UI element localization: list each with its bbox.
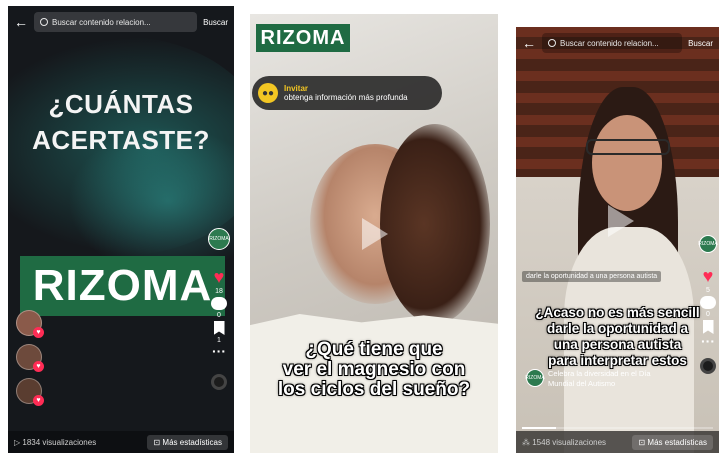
back-arrow-icon[interactable]: ← bbox=[522, 36, 536, 50]
views-label: ▷ 1834 visualizaciones bbox=[14, 437, 97, 447]
comment-count: 0 bbox=[706, 311, 710, 318]
play-icon[interactable] bbox=[608, 205, 634, 237]
brand-banner: RIZOMA bbox=[20, 256, 225, 316]
action-rail: RIZOMA ♥ 5 0 ··· bbox=[698, 235, 718, 374]
back-arrow-icon[interactable]: ← bbox=[14, 15, 28, 29]
person-face bbox=[592, 115, 662, 211]
top-bar: ← Buscar contenido relacion... Buscar bbox=[8, 6, 234, 38]
like-count: 5 bbox=[706, 287, 710, 294]
progress-fill bbox=[522, 427, 557, 429]
music-disc-icon[interactable] bbox=[700, 358, 716, 374]
search-icon bbox=[548, 39, 556, 47]
people-icon: ●● bbox=[258, 83, 278, 103]
views-count: 1834 visualizaciones bbox=[22, 437, 97, 447]
search-button[interactable]: Buscar bbox=[688, 39, 713, 48]
invite-subtitle: obtenga información más profunda bbox=[284, 93, 408, 102]
more-stats-button[interactable]: ⊡ Más estadísticas bbox=[632, 434, 713, 450]
like-icon[interactable]: ♥ bbox=[214, 268, 225, 286]
brand-logo: RIZOMA bbox=[256, 24, 350, 52]
views-count: 1548 visualizaciones bbox=[532, 437, 607, 447]
comment-avatar[interactable]: ♥ bbox=[16, 378, 44, 406]
more-icon[interactable]: ··· bbox=[212, 344, 226, 358]
comment-icon[interactable] bbox=[211, 297, 227, 310]
glasses bbox=[586, 139, 670, 155]
search-button[interactable]: Buscar bbox=[203, 18, 228, 27]
video-footer: ⁂ 1548 visualizaciones ⊡ Más estadística… bbox=[516, 431, 719, 453]
comment-avatar[interactable]: ♥ bbox=[16, 310, 44, 338]
video-panel-sleep[interactable]: RIZOMA ●● Invitar obtenga información má… bbox=[250, 14, 498, 453]
comment-count: 0 bbox=[217, 312, 221, 319]
invite-title: Invitar bbox=[284, 84, 309, 93]
search-input[interactable]: Buscar contenido relacion... bbox=[542, 33, 683, 53]
subtitle-line-2: darle la oportunidad a bbox=[546, 321, 689, 336]
video-panel-autism[interactable]: ← Buscar contenido relacion... Buscar da… bbox=[516, 27, 719, 453]
profile-avatar[interactable]: RIZOMA bbox=[698, 235, 718, 253]
top-bar: ← Buscar contenido relacion... Buscar bbox=[516, 27, 719, 59]
like-icon[interactable]: ♥ bbox=[703, 267, 714, 285]
video-panel-quiz[interactable]: ← Buscar contenido relacion... Buscar ¿C… bbox=[8, 6, 234, 453]
promo-caption[interactable]: RIZOMA Celebra la diversidad en el Día M… bbox=[525, 369, 651, 389]
more-icon[interactable]: ··· bbox=[701, 334, 715, 348]
action-rail: RIZOMA ♥ 18 0 1 ··· bbox=[208, 228, 230, 390]
subtitle-line-1: ¿Qué tiene que bbox=[305, 339, 443, 360]
heart-badge-icon: ♥ bbox=[33, 361, 44, 372]
promo-line-1: Celebra la diversidad en el Día bbox=[548, 369, 651, 378]
invite-banner[interactable]: ●● Invitar obtenga información más profu… bbox=[252, 76, 442, 110]
heart-badge-icon: ♥ bbox=[33, 327, 44, 338]
stats-label: Más estadísticas bbox=[162, 437, 222, 447]
search-placeholder: Buscar contenido relacion... bbox=[560, 38, 659, 48]
search-placeholder: Buscar contenido relacion... bbox=[52, 17, 151, 27]
stats-label: Más estadísticas bbox=[647, 437, 707, 447]
playback-progress[interactable] bbox=[522, 427, 713, 429]
subtitle-line-4: para interpretar estos bbox=[548, 353, 687, 368]
subtitle-line-3: una persona autista bbox=[553, 337, 682, 352]
comment-icon[interactable] bbox=[700, 296, 716, 309]
subtitle-line-2: ver el magnesio con bbox=[282, 359, 466, 380]
comment-avatar[interactable]: ♥ bbox=[16, 344, 44, 372]
promo-line-2: Mundial del Autismo bbox=[548, 379, 616, 388]
views-label: ⁂ 1548 visualizaciones bbox=[522, 437, 607, 447]
bookmark-icon[interactable] bbox=[702, 320, 714, 334]
headline-line-2: ACERTASTE? bbox=[32, 125, 210, 155]
headline-line-1: ¿CUÁNTAS bbox=[48, 89, 194, 119]
heart-badge-icon: ♥ bbox=[33, 395, 44, 406]
play-icon[interactable] bbox=[362, 218, 388, 250]
video-footer: ▷ 1834 visualizaciones ⊡ Más estadística… bbox=[8, 431, 234, 453]
more-stats-button[interactable]: ⊡ Más estadísticas bbox=[147, 434, 228, 450]
search-icon bbox=[40, 18, 48, 26]
profile-avatar[interactable]: RIZOMA bbox=[208, 228, 230, 250]
music-disc-icon[interactable] bbox=[211, 374, 227, 390]
subtitle-line-1: ¿Acaso no es más sencill bbox=[535, 305, 700, 320]
promo-avatar: RIZOMA bbox=[525, 369, 545, 387]
bookmark-icon[interactable] bbox=[213, 321, 225, 335]
search-input[interactable]: Buscar contenido relacion... bbox=[34, 12, 198, 32]
subtitle-line-3: los ciclos del sueño? bbox=[277, 379, 471, 400]
like-count: 18 bbox=[215, 288, 223, 295]
hair bbox=[380, 124, 490, 324]
related-search-chip[interactable]: darle la oportunidad a una persona autis… bbox=[522, 271, 662, 282]
